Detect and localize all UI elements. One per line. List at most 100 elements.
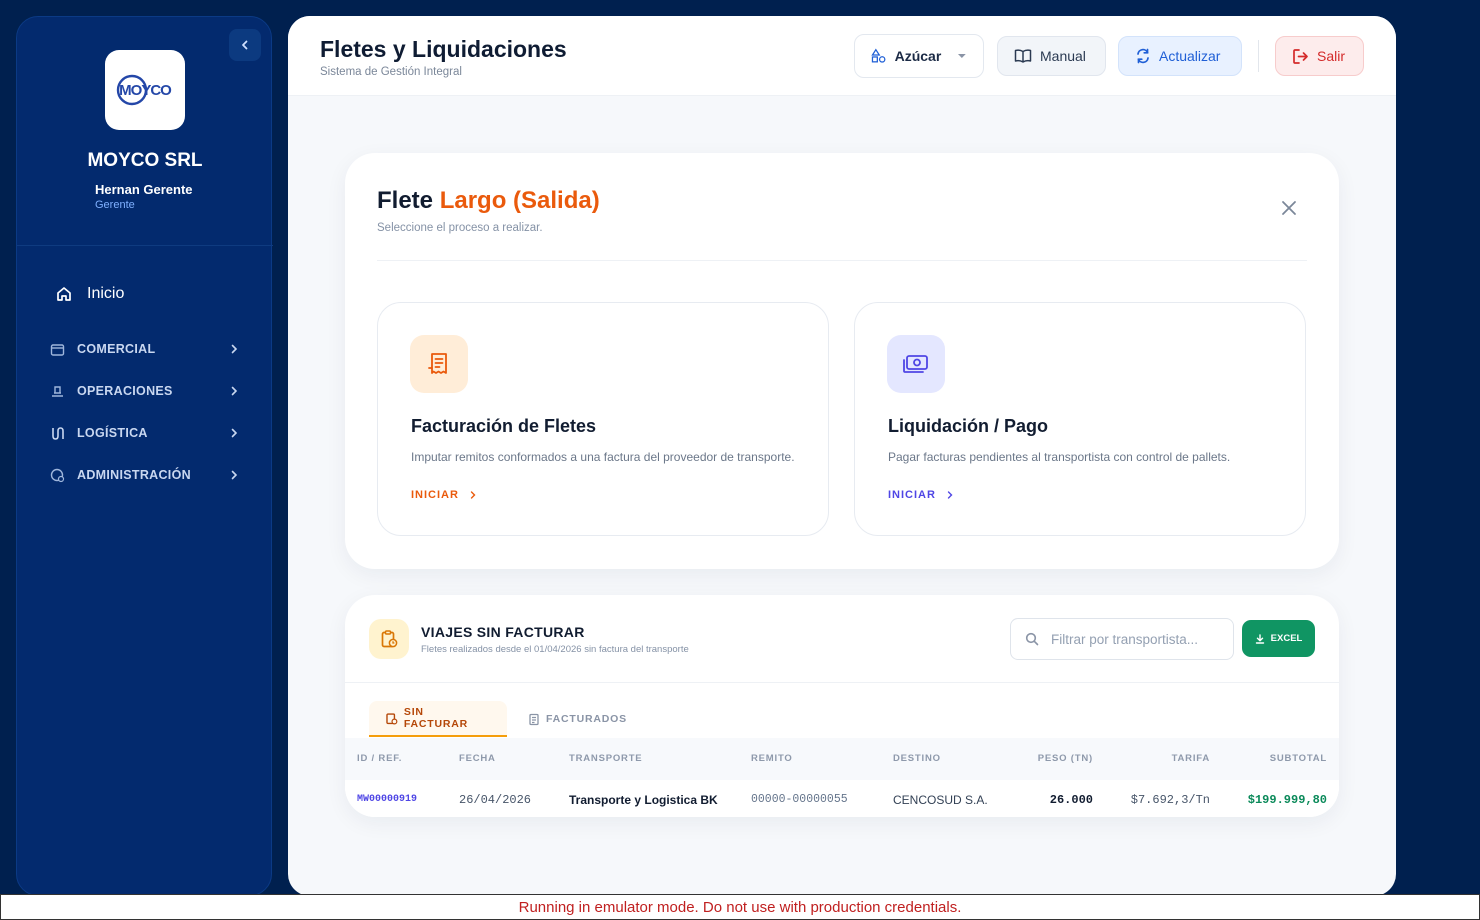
page-title: Fletes y Liquidaciones <box>320 36 567 62</box>
sidebar-item-logistica[interactable]: LOGÍSTICA <box>49 421 239 445</box>
cell-tarifa: $7.692,3/Tn <box>1130 793 1210 807</box>
viajes-divider <box>345 682 1339 683</box>
process-card-facturacion[interactable]: Facturación de Fletes Imputar remitos co… <box>377 302 829 536</box>
store-icon <box>49 341 65 357</box>
flete-largo-card: Flete Largo (Salida) Seleccione el proce… <box>345 153 1339 569</box>
column-header: TARIFA <box>1171 753 1210 764</box>
chevron-left-icon <box>242 40 248 50</box>
flete-divider <box>377 260 1307 261</box>
page-subtitle: Sistema de Gestión Integral <box>320 66 462 78</box>
main-panel: Fletes y Liquidaciones Sistema de Gestió… <box>288 16 1396 896</box>
chevron-right-icon <box>231 386 238 396</box>
flete-card-subtitle: Seleccione el proceso a realizar. <box>377 222 543 234</box>
process-start-label: INICIAR <box>888 489 936 501</box>
transport-filter[interactable] <box>1010 618 1234 660</box>
refresh-icon <box>1137 48 1149 64</box>
chevron-right-icon <box>231 428 238 438</box>
logout-icon <box>1293 48 1308 64</box>
process-description: Pagar facturas pendientes al transportis… <box>888 450 1231 464</box>
book-icon <box>1014 49 1032 63</box>
top-bar: Fletes y Liquidaciones Sistema de Gestió… <box>288 16 1396 96</box>
cell-fecha: 26/04/2026 <box>459 793 532 807</box>
company-name: MOYCO SRL <box>87 150 203 171</box>
sidebar-item-operaciones[interactable]: OPERACIONES <box>49 379 239 403</box>
cell-peso: 26.000 <box>1049 793 1093 807</box>
manual-button-label: Manual <box>1040 48 1086 64</box>
sidebar-item-label: LOGÍSTICA <box>77 426 148 440</box>
excel-button-label: EXCEL <box>1270 633 1303 644</box>
sidebar-item-inicio[interactable]: Inicio <box>55 285 124 303</box>
sidebar-item-label: ADMINISTRACIÓN <box>77 468 191 482</box>
excel-export-button[interactable]: EXCEL <box>1242 620 1315 657</box>
clipboard-clock-icon <box>369 619 409 659</box>
admin-icon <box>49 467 65 483</box>
company-logo: MOYCO <box>105 50 185 130</box>
column-header: DESTINO <box>893 753 941 764</box>
clipboard-clock-icon <box>386 712 398 724</box>
route-icon <box>49 425 65 441</box>
user-name: Hernan Gerente <box>95 182 193 197</box>
cell-id[interactable]: MW00000919 <box>357 794 417 805</box>
column-header: ID / REF. <box>357 753 403 764</box>
tab-sin-facturar[interactable]: SIN FACTURAR <box>369 701 507 737</box>
exit-button[interactable]: Salir <box>1275 36 1364 76</box>
home-icon <box>57 287 71 301</box>
download-icon <box>1255 633 1264 644</box>
table-header: ID / REF. FECHA TRANSPORTE REMITO DESTIN… <box>345 738 1339 780</box>
operations-icon <box>49 383 65 399</box>
toolbar-separator <box>1258 40 1259 72</box>
tab-label: SIN FACTURAR <box>403 706 469 730</box>
process-card-liquidacion[interactable]: Liquidación / Pago Pagar facturas pendie… <box>854 302 1306 536</box>
column-header: FECHA <box>459 753 496 764</box>
flete-title-accent: Largo (Salida) <box>439 187 600 214</box>
process-start-link[interactable]: INICIAR <box>411 489 477 501</box>
chevron-right-icon <box>947 491 953 499</box>
viajes-title: VIAJES SIN FACTURAR <box>421 624 585 640</box>
column-header: TRANSPORTE <box>569 753 643 764</box>
collapse-sidebar-button[interactable] <box>229 29 261 61</box>
sidebar-divider <box>17 245 273 246</box>
caret-down-icon <box>958 54 967 58</box>
document-icon <box>529 713 539 725</box>
close-icon[interactable] <box>1279 198 1299 218</box>
flete-title-main: Flete <box>377 187 434 214</box>
process-title: Facturación de Fletes <box>411 416 597 436</box>
transport-filter-input[interactable] <box>1051 631 1221 647</box>
chevron-right-icon <box>231 344 238 354</box>
sidebar-item-label: OPERACIONES <box>77 384 173 398</box>
sidebar-item-administracion[interactable]: ADMINISTRACIÓN <box>49 463 239 487</box>
product-selector-value: Azúcar <box>894 48 942 64</box>
update-button[interactable]: Actualizar <box>1118 36 1242 76</box>
process-description: Imputar remitos conformados a una factur… <box>411 450 795 464</box>
receipt-icon <box>410 335 468 393</box>
column-header: SUBTOTAL <box>1269 753 1327 764</box>
search-icon <box>1025 632 1039 646</box>
sidebar-item-label: COMERCIAL <box>77 342 156 356</box>
process-start-label: INICIAR <box>411 489 459 501</box>
tab-label: FACTURADOS <box>546 713 627 725</box>
table-row[interactable]: MW00000919 26/04/2026 Transporte y Logis… <box>345 780 1339 817</box>
viajes-subtitle: Fletes realizados desde el 01/04/2026 si… <box>421 644 689 655</box>
column-header: PESO (TN) <box>1037 753 1093 764</box>
shapes-icon <box>871 48 886 63</box>
chevron-right-icon <box>470 491 476 499</box>
tab-facturados[interactable]: FACTURADOS <box>512 701 643 737</box>
chevron-right-icon <box>231 470 238 480</box>
flete-card-title: Flete Largo (Salida) <box>377 187 600 215</box>
manual-button[interactable]: Manual <box>997 36 1106 76</box>
process-start-link[interactable]: INICIAR <box>888 489 954 501</box>
process-title: Liquidación / Pago <box>888 416 1049 436</box>
user-role: Gerente <box>95 199 135 211</box>
cell-transporte: Transporte y Logistica BK <box>569 793 718 807</box>
sidebar-item-label: Inicio <box>87 285 125 302</box>
update-button-label: Actualizar <box>1159 48 1221 64</box>
cell-destino: CENCOSUD S.A. <box>893 793 988 807</box>
viajes-sin-facturar-card: VIAJES SIN FACTURAR Fletes realizados de… <box>345 595 1339 817</box>
sidebar: MOYCO MOYCO SRL Hernan Gerente Gerente I… <box>16 16 273 896</box>
sidebar-item-comercial[interactable]: COMERCIAL <box>49 337 239 361</box>
svg-text:MOYCO: MOYCO <box>119 82 172 99</box>
exit-button-label: Salir <box>1317 48 1346 64</box>
product-selector[interactable]: Azúcar <box>854 34 984 78</box>
cell-remito: 00000-00000055 <box>751 793 848 806</box>
emulator-notice: Running in emulator mode. Do not use wit… <box>0 894 1480 920</box>
